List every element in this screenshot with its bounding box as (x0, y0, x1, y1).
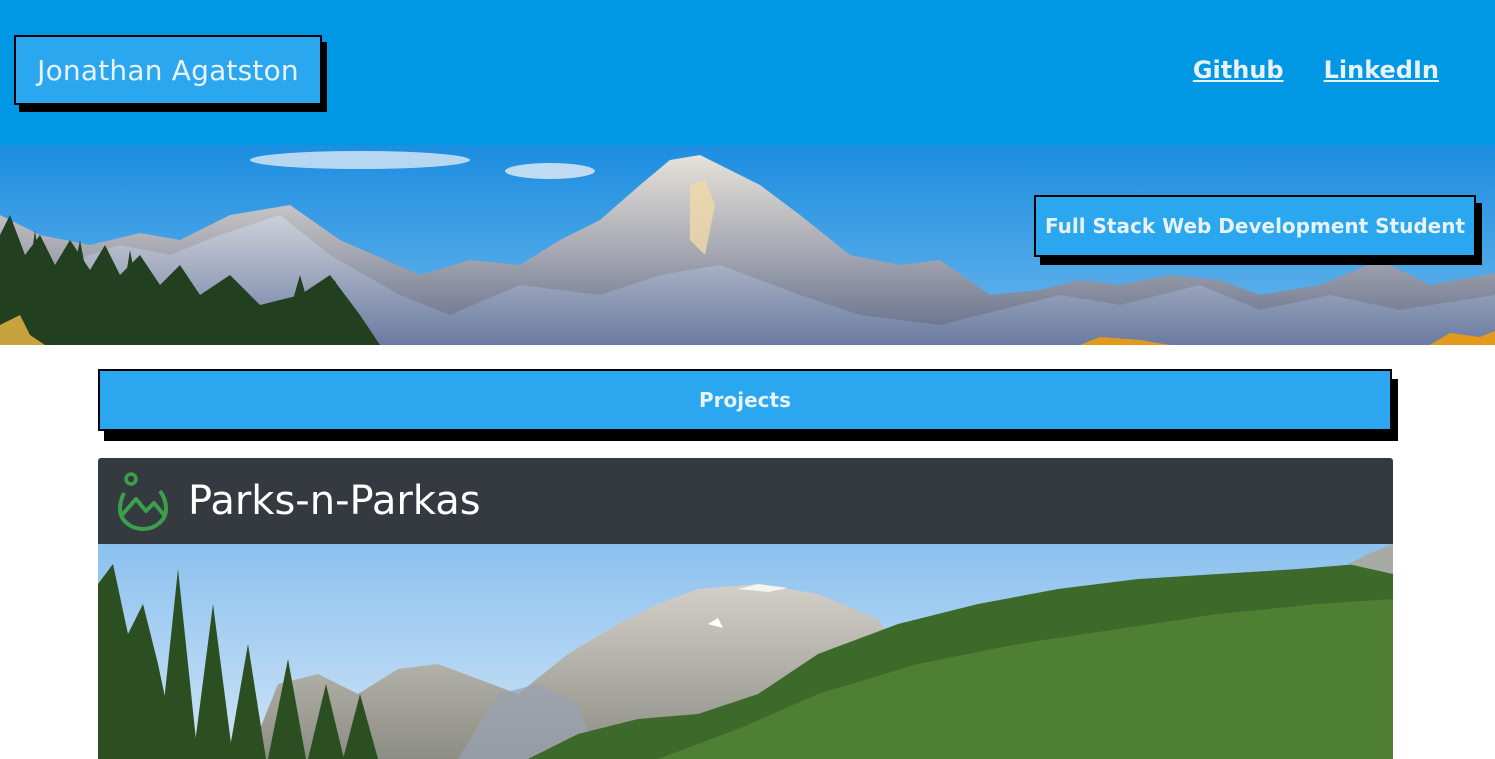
project-card-header: Parks-n-Parkas (98, 458, 1393, 544)
site-name: Jonathan Agatston (37, 53, 299, 87)
projects-heading-bar: Projects (98, 369, 1392, 431)
github-link[interactable]: Github (1193, 56, 1284, 84)
site-header: Jonathan Agatston Github LinkedIn (0, 0, 1495, 145)
project-card[interactable]: Parks-n-Parkas (98, 458, 1393, 759)
mountain-pin-logo-icon (117, 472, 169, 531)
tagline-text: Full Stack Web Development Student (1044, 214, 1466, 238)
header-nav: Github LinkedIn (1193, 56, 1439, 84)
project-screenshot-image (98, 544, 1393, 759)
tagline-box: Full Stack Web Development Student (1034, 195, 1476, 257)
project-title: Parks-n-Parkas (188, 478, 481, 524)
linkedin-link[interactable]: LinkedIn (1324, 56, 1439, 84)
site-name-box[interactable]: Jonathan Agatston (14, 35, 322, 105)
projects-heading: Projects (698, 388, 791, 412)
